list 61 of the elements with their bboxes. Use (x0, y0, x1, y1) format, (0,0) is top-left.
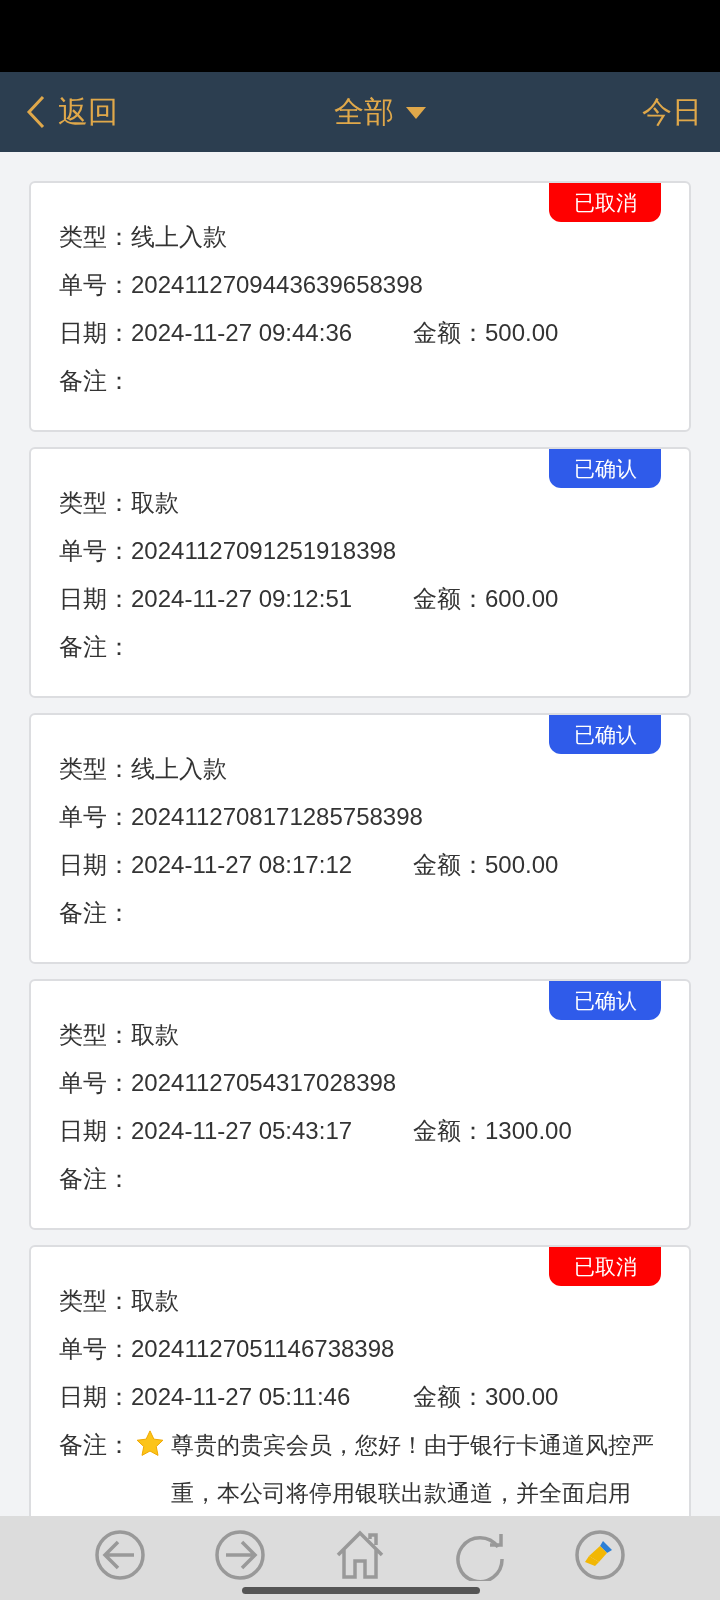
date-value: 2024-11-27 08:17:12 (131, 851, 354, 879)
status-badge: 已取消 (549, 183, 661, 222)
field-label: 金额： (413, 850, 485, 880)
order-number: 20241127091251918398 (131, 537, 397, 565)
type-value: 取款 (131, 1286, 179, 1316)
star-icon (135, 1429, 165, 1459)
order-number: 20241127054317028398 (131, 1069, 397, 1097)
field-label: 单号： (59, 1334, 131, 1364)
forward-icon[interactable] (214, 1529, 266, 1581)
field-label: 日期： (59, 850, 131, 880)
amount-value: 600.00 (485, 585, 559, 613)
field-label: 单号： (59, 270, 131, 300)
chevron-left-icon (26, 95, 46, 129)
field-label: 类型： (59, 222, 131, 252)
filter-dropdown[interactable]: 全部 (334, 91, 426, 133)
type-value: 线上入款 (131, 754, 227, 784)
field-label: 备注： (59, 1164, 131, 1194)
field-label: 备注： (59, 632, 131, 662)
order-number: 2024112708171285758398 (131, 803, 423, 831)
note-text: 尊贵的贵宾会员，您好！由于银行卡通道风控严重，本公司将停用银联出款通道，并全面启用 (171, 1431, 655, 1508)
status-badge: 已确认 (549, 715, 661, 754)
field-label: 类型： (59, 488, 131, 518)
type-value: 取款 (131, 488, 179, 518)
field-label: 备注： (59, 898, 131, 928)
amount-value: 500.00 (485, 319, 559, 347)
caret-down-icon (406, 107, 426, 119)
field-label: 金额： (413, 1116, 485, 1146)
date-value: 2024-11-27 05:11:46 (131, 1383, 352, 1411)
date-value: 2024-11-27 09:12:51 (131, 585, 354, 613)
field-label: 金额： (413, 1382, 485, 1412)
brush-icon[interactable] (574, 1529, 626, 1581)
back-icon[interactable] (94, 1529, 146, 1581)
amount-value: 1300.00 (485, 1117, 572, 1145)
field-label: 备注： (59, 366, 131, 396)
field-label: 单号： (59, 536, 131, 566)
field-label: 日期： (59, 584, 131, 614)
field-label: 金额： (413, 318, 485, 348)
field-label: 类型： (59, 754, 131, 784)
type-value: 线上入款 (131, 222, 227, 252)
field-label: 单号： (59, 1068, 131, 1098)
field-label: 备注： (59, 1430, 131, 1460)
amount-value: 300.00 (485, 1383, 559, 1411)
date-value: 2024-11-27 09:44:36 (131, 319, 354, 347)
field-label: 日期： (59, 1382, 131, 1412)
field-label: 日期： (59, 318, 131, 348)
field-label: 金额： (413, 584, 485, 614)
type-value: 取款 (131, 1020, 179, 1050)
field-label: 日期： (59, 1116, 131, 1146)
back-button[interactable]: 返回 (26, 91, 118, 133)
amount-value: 500.00 (485, 851, 559, 879)
home-icon[interactable] (334, 1529, 386, 1581)
field-label: 类型： (59, 1020, 131, 1050)
status-badge: 已确认 (549, 449, 661, 488)
status-badge: 已确认 (549, 981, 661, 1020)
field-label: 单号： (59, 802, 131, 832)
date-value: 2024-11-27 05:43:17 (131, 1117, 354, 1145)
order-number: 2024112709443639658398 (131, 271, 423, 299)
status-badge: 已取消 (549, 1247, 661, 1286)
today-button[interactable]: 今日 (642, 91, 702, 133)
order-number: 20241127051146738398 (131, 1335, 395, 1363)
field-label: 类型： (59, 1286, 131, 1316)
